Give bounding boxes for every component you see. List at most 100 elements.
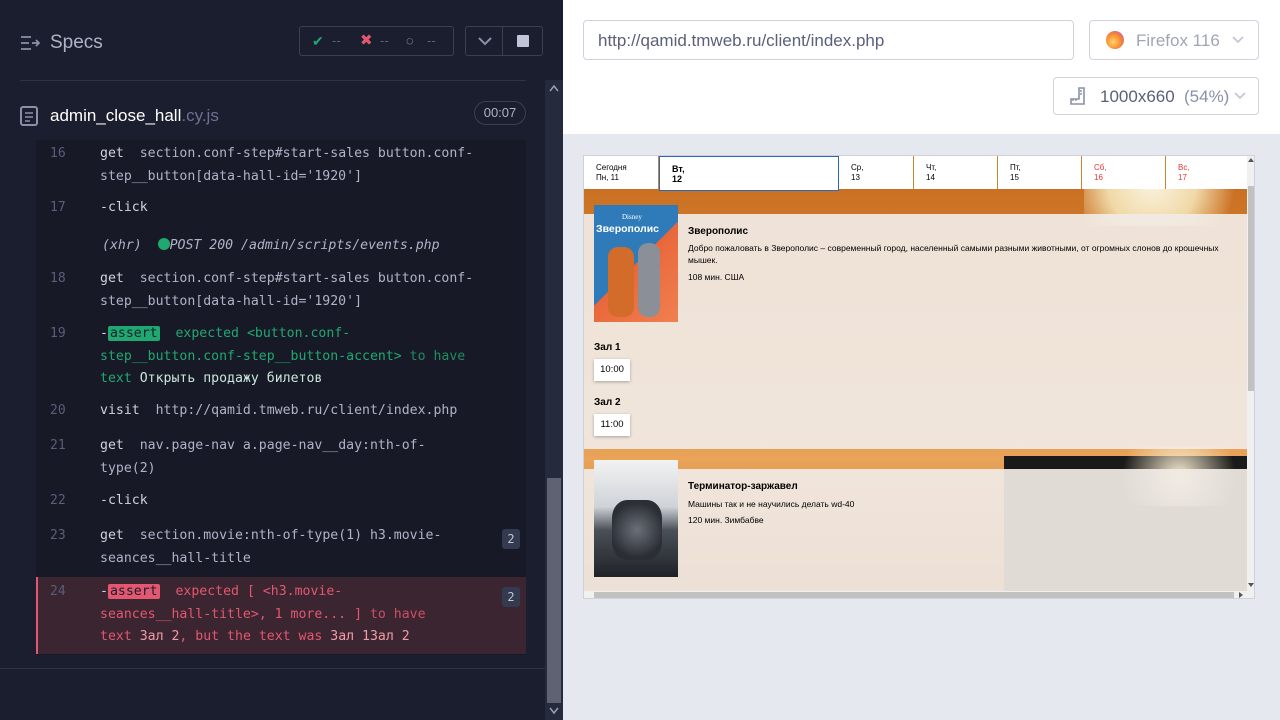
assert-text: to have <box>369 606 426 622</box>
command-number: 22 <box>50 493 66 508</box>
failed-count: -- <box>380 33 389 48</box>
seance-time-button[interactable]: 11:00 <box>594 414 630 436</box>
assert-expected-value: Зал 2 <box>139 629 180 644</box>
url-bar[interactable]: http://qamid.tmweb.ru/client/index.php <box>583 20 1074 60</box>
fox-figure-icon <box>608 247 634 317</box>
spec-file-name[interactable]: admin_close_hall.cy.js <box>50 106 219 126</box>
scroll-down-icon[interactable] <box>549 707 559 715</box>
seance-time-button[interactable]: 10:00 <box>594 359 630 381</box>
assert-text: text <box>100 371 132 386</box>
element-count-badge: 2 <box>502 529 520 549</box>
nav-day[interactable]: Чт, 14 <box>914 156 998 189</box>
divider <box>20 80 526 81</box>
command-number: 16 <box>50 146 66 161</box>
aut-header: http://qamid.tmweb.ru/client/index.php F… <box>563 0 1280 134</box>
pending-count: -- <box>427 33 436 48</box>
specs-list-icon[interactable] <box>20 34 40 52</box>
stop-button[interactable] <box>502 26 543 56</box>
assert-text: , but the text was <box>179 629 323 644</box>
hall-title: Зал 1 <box>594 342 621 353</box>
pending-spinner-icon: ◌ <box>406 33 414 48</box>
assert-text: step__button.conf-step__button-accent> <box>100 348 402 364</box>
spec-duration: 00:07 <box>474 101 526 125</box>
command-arg: http://qamid.tmweb.ru/client/index.php <box>155 403 458 418</box>
browser-name: Firefox 116 <box>1136 31 1220 50</box>
assert-text: seances__hall-title>, 1 more... ] <box>100 606 363 622</box>
scroll-up-icon[interactable] <box>1248 157 1254 162</box>
command-number: 19 <box>50 326 66 341</box>
scroll-down-icon[interactable] <box>1248 583 1254 588</box>
stop-icon <box>517 35 529 47</box>
reporter-panel: Specs ✔ -- ✖ -- ◌ -- admin_close_hall.cy… <box>0 0 563 720</box>
movie-title: Зверополис <box>688 226 749 237</box>
movie-meta: 120 мин. Зимбабве <box>688 515 764 525</box>
passed-count: -- <box>332 33 341 48</box>
app-iframe: Сегодня Пн, 11 Вт, 12 Ср, 13 Чт, 14 Пт, 15 Сб… <box>583 155 1255 599</box>
movie-card: Disney Зверополис Зверополис Добро пожал… <box>584 205 1247 449</box>
nav-day[interactable]: Вс, 17 <box>1166 156 1247 189</box>
command-arg: type(2) <box>100 460 156 476</box>
movie-meta: 108 мин. США <box>688 272 745 282</box>
assert-text: to have <box>409 348 466 364</box>
command-log-scrollbar[interactable] <box>545 80 563 720</box>
chevron-down-icon <box>1234 92 1246 100</box>
browser-selector[interactable]: Firefox 116 <box>1089 20 1259 60</box>
command-name: -click <box>100 493 148 508</box>
command-number: 21 <box>50 438 66 453</box>
viewport-size: 1000x660 <box>1100 87 1175 106</box>
movie-description: Добро пожаловать в Зверополис – современ… <box>688 243 1219 265</box>
robot-figure-icon <box>612 500 662 560</box>
xhr-status-dot-icon <box>157 238 170 250</box>
movie-poster <box>594 460 678 577</box>
nav-day[interactable]: Пт, 15 <box>998 156 1082 189</box>
assert-badge: assert <box>107 584 160 599</box>
xhr-label: (xhr) <box>102 238 142 253</box>
reporter-header: Specs ✔ -- ✖ -- ◌ -- <box>0 0 545 80</box>
xhr-text: POST 200 /admin/scripts/events.php <box>169 238 440 253</box>
command-name: get <box>100 146 124 161</box>
divider <box>0 668 545 669</box>
nav-day[interactable]: Сегодня Пн, 11 <box>584 156 659 189</box>
chevron-down-icon <box>1232 36 1244 44</box>
scrollbar-thumb[interactable] <box>1248 186 1254 391</box>
aut-panel: http://qamid.tmweb.ru/client/index.php F… <box>563 0 1280 720</box>
viewport-zoom: (54%) <box>1184 87 1230 106</box>
command-name: get <box>100 438 124 453</box>
assert-value: Открыть продажу билетов <box>139 371 323 386</box>
chevron-down-icon <box>478 37 492 46</box>
nav-day[interactable]: Сб, 16 <box>1082 156 1166 189</box>
scroll-right-icon[interactable] <box>1239 592 1244 598</box>
scrollbar-thumb[interactable] <box>594 592 1234 598</box>
command-arg: section.conf-step#start-sales button.con… <box>139 271 474 286</box>
assert-badge: assert <box>107 326 160 341</box>
command-arg: nav.page-nav a.page-nav__day:nth-of- <box>139 438 426 453</box>
command-name: get <box>100 528 124 543</box>
bunny-figure-icon <box>638 243 660 317</box>
scrollbar-thumb[interactable] <box>547 478 561 703</box>
failed-assert-row[interactable]: 24 - assert expected [ <h3.movie-seances_… <box>36 577 526 654</box>
movie-card: Терминатор-заржавел Машины так и не науч… <box>584 460 1247 591</box>
nav-day-selected[interactable]: Вт, 12 <box>659 156 839 191</box>
command-log: 16 get section.conf-step#start-sales but… <box>36 140 526 655</box>
assert-text: text <box>100 629 132 644</box>
nav-day[interactable]: Ср, 13 <box>839 156 914 189</box>
element-count-badge: 2 <box>502 587 520 607</box>
spec-file-header: admin_close_hall.cy.js 00:07 <box>0 95 545 137</box>
specs-label[interactable]: Specs <box>50 32 103 54</box>
failed-x-icon: ✖ <box>360 32 373 49</box>
command-arg: step__button[data-hall-id='1920'] <box>100 168 363 184</box>
stats-bar: ✔ -- ✖ -- ◌ -- <box>299 26 454 56</box>
file-icon <box>20 106 38 126</box>
command-number: 17 <box>50 200 66 215</box>
iframe-vertical-scrollbar[interactable] <box>1247 156 1254 598</box>
movie-poster: Disney Зверополис <box>594 205 678 322</box>
viewport-info[interactable]: 1000x660 (54%) <box>1053 77 1259 115</box>
ruler-icon <box>1070 87 1085 105</box>
hall-title: Зал 2 <box>594 397 621 408</box>
options-dropdown-button[interactable] <box>465 26 503 56</box>
command-arg: section.conf-step#start-sales button.con… <box>139 146 474 161</box>
command-arg: step__button[data-hall-id='1920'] <box>100 293 363 309</box>
scroll-up-icon[interactable] <box>549 84 559 92</box>
passed-check-icon: ✔ <box>312 33 324 49</box>
iframe-horizontal-scrollbar[interactable] <box>584 591 1247 598</box>
